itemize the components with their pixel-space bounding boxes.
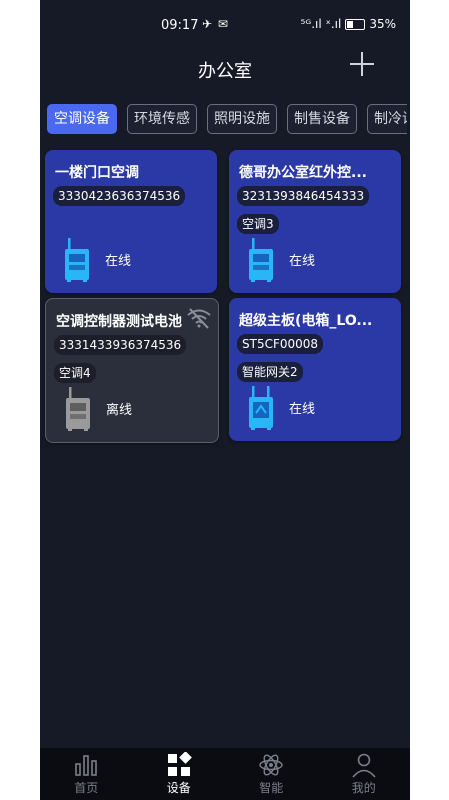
atom-icon — [259, 754, 283, 776]
controller-device-icon — [65, 238, 89, 282]
nav-devices-label: 设备 — [166, 781, 191, 795]
nav-devices[interactable]: 设备 — [133, 748, 226, 800]
tab-cooling-devices[interactable]: 制冷设备 — [367, 104, 407, 134]
device-card[interactable]: 德哥办公室红外控... 3231393846454333 空调3 在线 — [229, 150, 401, 293]
status-bar: 09:17 ✈ ✉ ⁵ᴳ.ıl ˣ.ıl 35% — [40, 0, 410, 52]
controller-device-icon — [249, 238, 273, 282]
category-tabs: 空调设备 环境传感 照明设施 制售设备 制冷设备 — [47, 104, 407, 134]
device-card[interactable]: 空调控制器测试电池 3331433936374536 空调4 离线 — [45, 298, 219, 443]
nav-profile[interactable]: 我的 — [318, 748, 411, 800]
status-notification-icons: ✈ ✉ — [202, 17, 229, 31]
nav-profile-label: 我的 — [351, 781, 376, 795]
device-status: 在线 — [289, 254, 316, 269]
device-tag: 空调3 — [237, 214, 279, 234]
tab-sales-devices[interactable]: 制售设备 — [287, 104, 357, 134]
status-right: ⁵ᴳ.ıl ˣ.ıl 35% — [301, 17, 396, 31]
device-id: 3331433936374536 — [54, 335, 187, 355]
device-id: 3330423636374536 — [53, 186, 186, 206]
nav-smart-label: 智能 — [259, 781, 284, 795]
tab-lighting[interactable]: 照明设施 — [207, 104, 277, 134]
device-status: 离线 — [106, 403, 133, 418]
plus-icon[interactable] — [350, 52, 374, 76]
controller-device-icon — [66, 387, 90, 431]
device-name: 德哥办公室红外控... — [239, 165, 367, 181]
nav-home-label: 首页 — [74, 781, 99, 795]
wifi-off-icon — [187, 308, 211, 329]
battery-level: 35% — [369, 17, 396, 31]
device-card[interactable]: 一楼门口空调 3330423636374536 在线 — [45, 150, 217, 293]
device-card[interactable]: 超级主板(电箱_LO... ST5CF00008 智能网关2 在线 — [229, 298, 401, 441]
bar-chart-icon — [75, 755, 98, 776]
signal-icon: ⁵ᴳ.ıl ˣ.ıl — [300, 17, 342, 31]
device-name: 超级主板(电箱_LO... — [239, 313, 373, 329]
person-icon — [352, 753, 376, 778]
grid-blocks-icon — [167, 752, 192, 776]
device-status: 在线 — [289, 402, 316, 417]
nav-smart[interactable]: 智能 — [225, 748, 318, 800]
device-id: 3231393846454333 — [237, 186, 370, 206]
app-screen: 09:17 ✈ ✉ ⁵ᴳ.ıl ˣ.ıl 35% 办公室 空调设备 环境传感 照… — [40, 0, 410, 800]
status-time: 09:17 — [161, 18, 199, 33]
bottom-nav: 首页 设备 智能 我的 — [40, 748, 410, 800]
device-name: 一楼门口空调 — [55, 165, 139, 181]
nav-home[interactable]: 首页 — [40, 748, 133, 800]
tab-env-sensors[interactable]: 环境传感 — [127, 104, 197, 134]
page-header: 办公室 — [40, 52, 410, 84]
gateway-device-icon — [249, 386, 273, 430]
device-id: ST5CF00008 — [237, 334, 324, 354]
device-tag: 空调4 — [54, 363, 96, 383]
tab-ac-devices[interactable]: 空调设备 — [47, 104, 117, 134]
device-tag: 智能网关2 — [237, 362, 303, 382]
device-status: 在线 — [105, 254, 132, 269]
battery-icon — [345, 18, 366, 30]
